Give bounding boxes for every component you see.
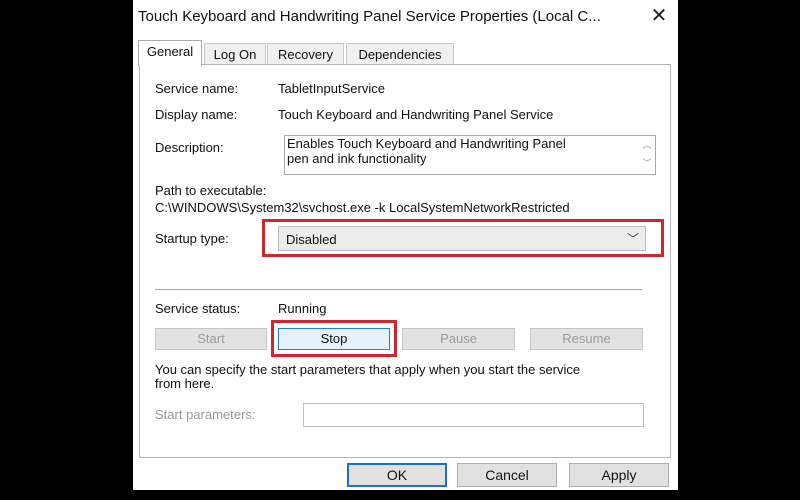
- general-panel: Service name: TabletInputService Display…: [139, 64, 671, 458]
- start-params-hint-1: You can specify the start parameters tha…: [155, 362, 581, 377]
- stop-button-highlight: [271, 320, 397, 357]
- service-name-label: Service name:: [155, 81, 239, 96]
- service-status-label: Service status:: [155, 301, 241, 316]
- description-label: Description:: [155, 140, 224, 155]
- window-title: Touch Keyboard and Handwriting Panel Ser…: [138, 8, 601, 25]
- startup-type-highlight: [262, 219, 664, 257]
- path-label: Path to executable:: [155, 183, 267, 198]
- ok-button[interactable]: OK: [347, 463, 447, 487]
- close-icon[interactable]: ✕: [645, 4, 673, 28]
- display-name-label: Display name:: [155, 107, 238, 122]
- description-line-2: pen and ink functionality: [287, 151, 427, 166]
- divider: [155, 289, 642, 290]
- service-name-value: TabletInputService: [278, 81, 385, 96]
- start-params-hint-2: from here.: [155, 376, 215, 391]
- apply-button[interactable]: Apply: [569, 463, 669, 487]
- tab-dependencies[interactable]: Dependencies: [346, 43, 454, 65]
- resume-button[interactable]: Resume: [530, 328, 643, 350]
- cancel-button[interactable]: Cancel: [457, 463, 557, 487]
- startup-type-label: Startup type:: [155, 231, 229, 246]
- tab-general[interactable]: General: [138, 40, 202, 66]
- service-properties-dialog: Touch Keyboard and Handwriting Panel Ser…: [133, 0, 678, 490]
- display-name-value: Touch Keyboard and Handwriting Panel Ser…: [278, 107, 554, 122]
- start-button[interactable]: Start: [155, 328, 267, 350]
- description-scrollbar[interactable]: ︿ ﹀: [639, 136, 655, 174]
- tab-log-on[interactable]: Log On: [204, 43, 266, 65]
- description-box[interactable]: Enables Touch Keyboard and Handwriting P…: [284, 135, 656, 175]
- scroll-up-icon: ︿: [642, 140, 652, 150]
- start-params-label: Start parameters:: [155, 407, 256, 422]
- start-params-input[interactable]: [303, 403, 644, 427]
- path-value: C:\WINDOWS\System32\svchost.exe -k Local…: [155, 200, 570, 215]
- pause-button[interactable]: Pause: [402, 328, 515, 350]
- scroll-down-icon: ﹀: [642, 158, 652, 168]
- service-status-value: Running: [278, 301, 327, 316]
- description-line-1: Enables Touch Keyboard and Handwriting P…: [287, 136, 566, 151]
- tab-recovery[interactable]: Recovery: [267, 43, 344, 65]
